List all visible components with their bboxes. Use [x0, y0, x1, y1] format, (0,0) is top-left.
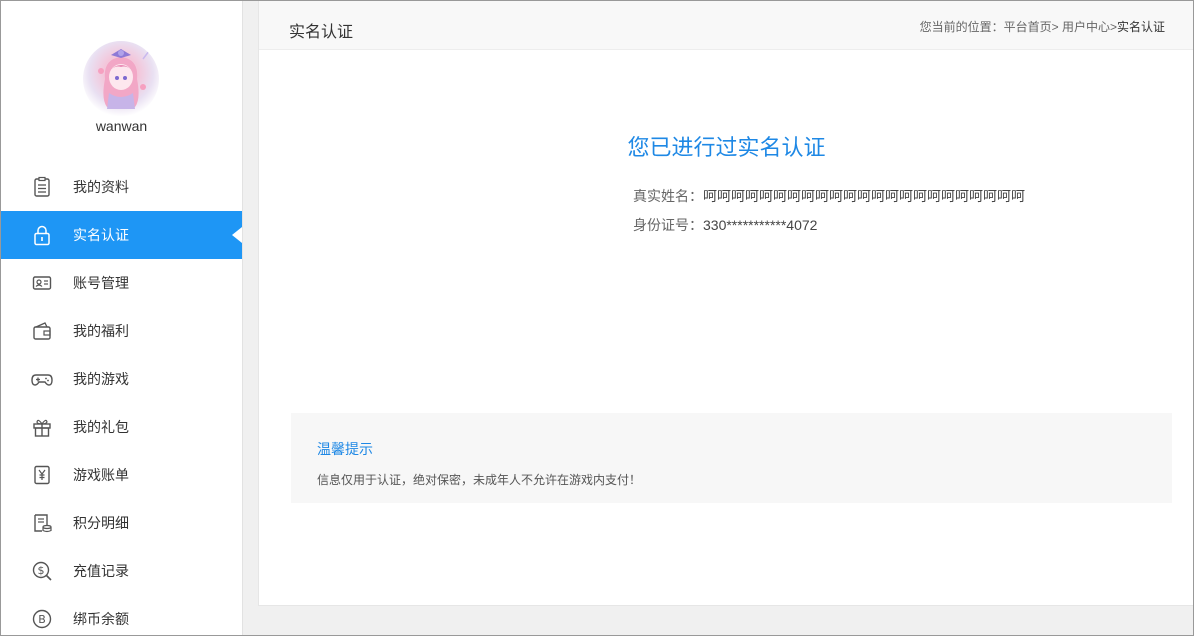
breadcrumb-current: 实名认证 — [1116, 20, 1165, 34]
svg-text:B: B — [38, 613, 46, 626]
sidebar: wanwan 我的资料 实名认证 账号管理 我的福利 我的游戏 我的礼包 游戏账… — [1, 1, 243, 635]
sidebar-item-label: 实名认证 — [73, 227, 129, 243]
points-doc-icon — [31, 512, 53, 534]
sidebar-item-points[interactable]: 积分明细 — [1, 499, 242, 547]
breadcrumb-prefix: 您当前的位置： — [919, 20, 1004, 34]
sidebar-item-balance[interactable]: B 绑币余额 — [1, 595, 242, 635]
sidebar-item-profile[interactable]: 我的资料 — [1, 163, 242, 211]
sidebar-menu: 我的资料 实名认证 账号管理 我的福利 我的游戏 我的礼包 游戏账单 积分明细 … — [1, 163, 242, 635]
real-name-label: 真实姓名： — [633, 188, 703, 204]
tips-box: 温馨提示 信息仅用于认证，绝对保密，未成年人不允许在游戏内支付！ — [291, 413, 1172, 503]
sidebar-item-games[interactable]: 我的游戏 — [1, 355, 242, 403]
real-name-value: 呵呵呵呵呵呵呵呵呵呵呵呵呵呵呵呵呵呵呵呵呵呵呵 — [703, 188, 1025, 204]
sidebar-item-label: 充值记录 — [73, 563, 129, 579]
sidebar-item-label: 我的福利 — [73, 323, 129, 339]
tips-text: 信息仅用于认证，绝对保密，未成年人不允许在游戏内支付！ — [317, 473, 642, 487]
sidebar-item-account[interactable]: 账号管理 — [1, 259, 242, 307]
id-number-label: 身份证号： — [633, 217, 703, 233]
avatar-image — [98, 49, 150, 109]
breadcrumb-separator: > — [1051, 20, 1059, 34]
sidebar-item-label: 账号管理 — [73, 275, 129, 291]
dollar-coin-icon: $ — [31, 560, 53, 582]
svg-text:$: $ — [38, 564, 45, 577]
breadcrumb: 您当前的位置：平台首页> 用户中心>实名认证 — [920, 18, 1165, 35]
id-card-icon — [31, 272, 53, 294]
username: wanwan — [95, 118, 148, 134]
sidebar-item-label: 我的游戏 — [73, 371, 129, 387]
tips-title: 温馨提示 — [317, 441, 373, 457]
sidebar-item-label: 游戏账单 — [73, 467, 129, 483]
id-number-value: 330***********4072 — [703, 217, 818, 233]
avatar[interactable] — [83, 41, 159, 117]
profile-doc-icon — [31, 176, 53, 198]
page-title: 实名认证 — [289, 24, 354, 41]
b-coin-icon: B — [31, 608, 53, 630]
main-content: 实名认证 您当前的位置：平台首页> 用户中心>实名认证 您已进行过实名认证 真实… — [258, 1, 1193, 606]
sidebar-item-label: 我的资料 — [73, 179, 129, 195]
gamepad-icon — [31, 368, 53, 390]
page-header: 实名认证 您当前的位置：平台首页> 用户中心>实名认证 — [259, 1, 1193, 50]
sidebar-item-label: 我的礼包 — [73, 419, 129, 435]
sidebar-item-realname[interactable]: 实名认证 — [1, 211, 242, 259]
sidebar-item-bills[interactable]: 游戏账单 — [1, 451, 242, 499]
gift-icon — [31, 416, 53, 438]
sidebar-item-label: 绑币余额 — [73, 611, 129, 627]
breadcrumb-home-link[interactable]: 平台首页 — [1004, 20, 1052, 34]
sidebar-item-label: 积分明细 — [73, 515, 129, 531]
sidebar-item-gifts[interactable]: 我的礼包 — [1, 403, 242, 451]
verified-status: 您已进行过实名认证 — [627, 135, 826, 160]
sidebar-item-welfare[interactable]: 我的福利 — [1, 307, 242, 355]
breadcrumb-user-center-link[interactable]: 用户中心 — [1062, 20, 1110, 34]
lock-icon — [31, 224, 53, 246]
wallet-icon — [31, 320, 53, 342]
breadcrumb-separator: > — [1109, 20, 1117, 34]
yen-bill-icon — [31, 464, 53, 486]
real-name-row: 真实姓名：呵呵呵呵呵呵呵呵呵呵呵呵呵呵呵呵呵呵呵呵呵呵呵 — [633, 186, 1025, 206]
window-frame: wanwan 我的资料 实名认证 账号管理 我的福利 我的游戏 我的礼包 游戏账… — [0, 0, 1194, 636]
sidebar-item-recharge[interactable]: $ 充值记录 — [1, 547, 242, 595]
id-number-row: 身份证号：330***********4072 — [633, 215, 817, 235]
